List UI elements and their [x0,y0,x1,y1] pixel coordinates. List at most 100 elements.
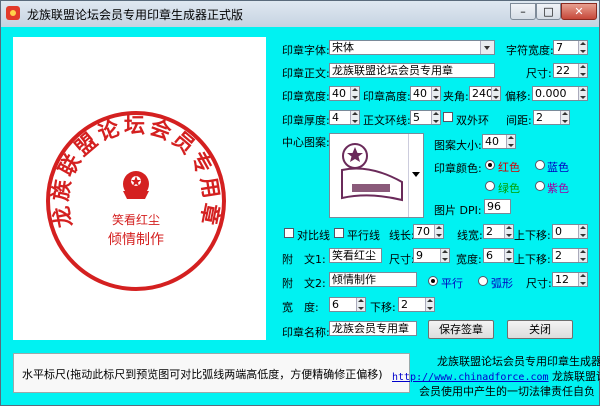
stamp-line2: 倾情制作 [108,232,164,248]
compare-line-checkbox[interactable] [284,228,294,238]
close-window-button[interactable]: ✕ [561,3,597,20]
spin-arrows-icon[interactable] [350,111,359,124]
line-length-label: 线长: [389,229,415,242]
thickness-stepper[interactable]: 4 [329,110,360,125]
body-text-label: 印章正文: [282,67,330,80]
double-ring-checkbox[interactable] [443,112,453,122]
color-purple-label: 紫色 [547,182,569,195]
char-width-label: 字符宽度: [506,44,554,57]
close-button[interactable]: 关闭 [507,320,573,339]
sub1-input[interactable]: 笑看红尘 [329,248,382,263]
font-label: 印章字体: [282,44,330,57]
offset-stepper[interactable]: 0.000 [532,86,588,101]
parallel-radio[interactable] [428,276,438,286]
seal-height-stepper[interactable]: 40 [410,86,441,101]
spin-arrows-icon[interactable] [431,87,440,100]
sub2-input[interactable]: 倾情制作 [329,272,417,287]
footer-url-line: http://www.chinadforce.com 龙族联盟论坛 [392,368,600,384]
spin-arrows-icon[interactable] [578,273,587,286]
spin-arrows-icon[interactable] [350,87,359,100]
window-title: 龙族联盟论坛会员专用印章生成器正式版 [27,8,244,22]
pattern-size-label: 图案大小: [434,139,482,152]
spacing-label: 间距: [506,114,532,127]
pattern-size-stepper[interactable]: 40 [482,134,516,149]
footer-title: 龙族联盟论坛会员专用印章生成器 [437,355,600,368]
seal-height-label: 印章高度: [363,90,411,103]
center-pattern-select[interactable] [329,133,424,218]
stamp-center-emblem-icon [123,171,149,199]
spin-arrows-icon[interactable] [431,111,440,124]
seal-name-label: 印章名称: [282,326,330,339]
spin-arrows-icon[interactable] [356,298,365,311]
sub1-width-stepper[interactable]: 6 [483,248,514,263]
color-green-radio[interactable] [485,181,495,191]
size-label: 尺寸: [526,67,552,80]
spin-arrows-icon[interactable] [506,135,515,148]
spin-arrows-icon[interactable] [578,225,587,238]
color-blue-radio[interactable] [535,160,545,170]
badge-emblem-icon [341,143,403,202]
app-window: 龙族联盟论坛会员专用印章生成器正式版 – □ ✕ 龙族联盟论坛会员专用章 笑看红… [0,0,600,406]
line-width-stepper[interactable]: 2 [483,224,514,239]
dpi-input[interactable]: 96 [484,199,511,214]
spin-arrows-icon[interactable] [504,249,513,262]
color-red-radio[interactable] [485,160,495,170]
ring-stepper[interactable]: 5 [410,110,441,125]
sub2-size-stepper[interactable]: 12 [552,272,588,287]
arc-radio-label: 弧形 [491,277,513,290]
ruler-hint-text: 水平标尺(拖动此标尺到预览图可对比弧线两端高低度，方便精确修正偏移) [22,368,383,381]
chevron-down-icon[interactable] [480,41,494,54]
double-ring-label: 双外环 [456,114,489,127]
spin-arrows-icon[interactable] [578,41,587,54]
dpi-label: 图片 DPI: [434,204,482,217]
spin-arrows-icon[interactable] [440,249,449,262]
footer-disclaimer: 会员使用中产生的一切法律责任自负 [419,385,595,398]
offset-label: 偏移: [505,90,531,103]
parallel-line-checkbox[interactable] [334,228,344,238]
line-length-stepper[interactable]: 70 [413,224,444,239]
sub1-size-label: 尺寸: [389,253,415,266]
thickness-label: 印章厚度: [282,114,330,127]
spin-arrows-icon[interactable] [434,225,443,238]
width-updown-stepper[interactable]: 2 [398,297,435,312]
updown-stepper[interactable]: 0 [552,224,588,239]
line-width-label: 线宽: [457,229,483,242]
minimize-button[interactable]: – [510,3,536,20]
spin-arrows-icon[interactable] [578,64,587,77]
compare-line-label: 对比线 [297,229,330,242]
sub1-size-stepper[interactable]: 9 [413,248,450,263]
spin-arrows-icon[interactable] [504,225,513,238]
spin-arrows-icon[interactable] [491,87,500,100]
horizontal-ruler[interactable]: 水平标尺(拖动此标尺到预览图可对比弧线两端高低度，方便精确修正偏移) [13,353,410,393]
angle-label: 夹角: [443,90,469,103]
spin-arrows-icon[interactable] [425,298,434,311]
font-select[interactable]: 宋体 [329,40,495,55]
arc-radio[interactable] [478,276,488,286]
parallel-radio-label: 平行 [441,277,463,290]
sub2-size-label: 尺寸: [526,277,552,290]
sub1-label: 附 文1: [282,253,326,266]
seal-width-stepper[interactable]: 40 [329,86,360,101]
sub1-updown-stepper[interactable]: 2 [552,248,588,263]
color-purple-radio[interactable] [535,181,545,191]
seal-width-label: 印章宽度: [282,90,330,103]
angle-stepper[interactable]: 240 [469,86,501,101]
width-stepper[interactable]: 6 [329,297,366,312]
spin-arrows-icon[interactable] [560,111,569,124]
size-stepper[interactable]: 22 [553,63,588,78]
char-width-stepper[interactable]: 7 [553,40,588,55]
seal-name-input[interactable]: 龙族会员专用章 [329,321,417,336]
save-seal-button[interactable]: 保存签章 [428,320,494,339]
updown-label: 上下移: [514,229,551,242]
pattern-color-label: 印章颜色: [434,162,482,175]
spin-arrows-icon[interactable] [578,249,587,262]
stamp-preview: 龙族联盟论坛会员专用章 笑看红尘 倾情制作 [13,37,266,340]
body-text-input[interactable]: 龙族联盟论坛会员专用章 [329,63,495,78]
maximize-button[interactable]: □ [536,3,561,20]
spacing-stepper[interactable]: 2 [533,110,570,125]
footer-url-link[interactable]: http://www.chinadforce.com [392,372,549,383]
chevron-down-icon[interactable] [408,134,423,217]
spin-arrows-icon[interactable] [578,87,587,100]
footer-forum-text: 龙族联盟论坛 [552,370,600,383]
parallel-line-label: 平行线 [347,229,380,242]
